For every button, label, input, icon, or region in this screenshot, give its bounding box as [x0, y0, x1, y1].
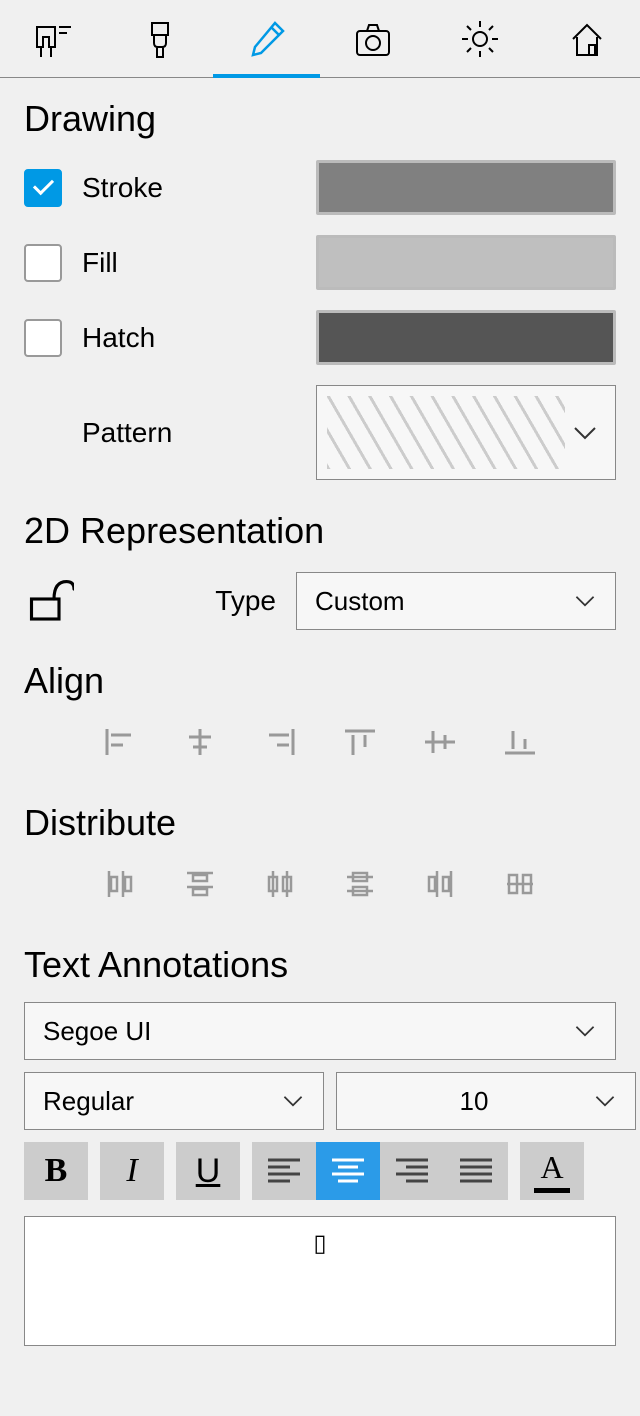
sun-icon: [460, 19, 500, 59]
distribute-h-center-icon: [263, 867, 297, 901]
fill-color-swatch[interactable]: [316, 235, 616, 290]
pattern-dropdown[interactable]: [316, 385, 616, 480]
bold-icon: B: [45, 1152, 68, 1190]
font-color-bar: [534, 1188, 570, 1193]
underline-button[interactable]: U: [176, 1142, 240, 1200]
section-text-title: Text Annotations: [0, 924, 640, 996]
align-text-right-button[interactable]: [380, 1142, 444, 1200]
house-icon: [567, 19, 607, 59]
font-size-select[interactable]: 10: [336, 1072, 636, 1130]
distribute-h-spacing-icon: [503, 867, 537, 901]
stroke-label: Stroke: [82, 172, 316, 204]
tab-camera[interactable]: [320, 0, 427, 77]
caliper-icon: [33, 19, 73, 59]
distribute-h-center-button[interactable]: [260, 864, 300, 904]
italic-button[interactable]: I: [100, 1142, 164, 1200]
bold-button[interactable]: B: [24, 1142, 88, 1200]
distribute-h-left-button[interactable]: [100, 864, 140, 904]
section-drawing-title: Drawing: [0, 78, 640, 150]
align-text-justify-button[interactable]: [444, 1142, 508, 1200]
tab-style[interactable]: [107, 0, 214, 77]
type-label: Type: [215, 585, 276, 617]
font-family-select[interactable]: Segoe UI: [24, 1002, 616, 1060]
align-text-center-icon: [330, 1156, 366, 1186]
distribute-v-top-icon: [183, 867, 217, 901]
align-right-button[interactable]: [260, 722, 300, 762]
align-center-v-icon: [423, 727, 457, 757]
annotation-text-input[interactable]: ▯: [24, 1216, 616, 1346]
align-center-v-button[interactable]: [420, 722, 460, 762]
distribute-h-right-button[interactable]: [420, 864, 460, 904]
pattern-label: Pattern: [82, 417, 316, 449]
align-text-left-icon: [266, 1156, 302, 1186]
type-value: Custom: [315, 586, 573, 617]
align-text-justify-icon: [458, 1156, 494, 1186]
chevron-down-icon: [573, 1023, 597, 1039]
camera-icon: [353, 19, 393, 59]
italic-icon: I: [126, 1152, 137, 1190]
distribute-h-right-icon: [423, 867, 457, 901]
font-weight-value: Regular: [43, 1086, 281, 1117]
pattern-preview: [327, 396, 565, 469]
align-bottom-button[interactable]: [500, 722, 540, 762]
align-top-button[interactable]: [340, 722, 380, 762]
align-left-button[interactable]: [100, 722, 140, 762]
align-center-h-icon: [183, 727, 217, 757]
tab-light[interactable]: [427, 0, 534, 77]
font-color-icon: A: [540, 1149, 563, 1186]
section-distribute-title: Distribute: [0, 782, 640, 854]
hatch-color-swatch[interactable]: [316, 310, 616, 365]
distribute-h-left-icon: [103, 867, 137, 901]
font-size-value: 10: [355, 1086, 593, 1117]
stroke-color-swatch[interactable]: [316, 160, 616, 215]
chevron-down-icon: [573, 593, 597, 609]
font-family-value: Segoe UI: [43, 1016, 573, 1047]
align-bottom-icon: [503, 727, 537, 757]
font-color-button[interactable]: A: [520, 1142, 584, 1200]
fill-checkbox[interactable]: [24, 244, 62, 282]
distribute-v-center-button[interactable]: [340, 864, 380, 904]
chevron-down-icon: [281, 1093, 305, 1109]
font-weight-select[interactable]: Regular: [24, 1072, 324, 1130]
tab-drawing[interactable]: [213, 0, 320, 77]
hatch-label: Hatch: [82, 322, 316, 354]
align-left-icon: [103, 727, 137, 757]
type-select[interactable]: Custom: [296, 572, 616, 630]
align-text-center-button[interactable]: [316, 1142, 380, 1200]
align-top-icon: [343, 727, 377, 757]
align-text-left-button[interactable]: [252, 1142, 316, 1200]
underline-icon: U: [196, 1152, 221, 1191]
unlock-icon[interactable]: [24, 574, 74, 629]
section-2d-title: 2D Representation: [0, 490, 640, 562]
distribute-v-center-icon: [343, 867, 377, 901]
fill-label: Fill: [82, 247, 316, 279]
align-center-h-button[interactable]: [180, 722, 220, 762]
section-align-title: Align: [0, 640, 640, 712]
chevron-down-icon: [593, 1093, 617, 1109]
tab-home[interactable]: [533, 0, 640, 77]
chevron-down-icon: [565, 424, 605, 442]
hatch-checkbox[interactable]: [24, 319, 62, 357]
align-text-right-icon: [394, 1156, 430, 1186]
distribute-h-spacing-button[interactable]: [500, 864, 540, 904]
align-right-icon: [263, 727, 297, 757]
brush-icon: [140, 19, 180, 59]
distribute-v-top-button[interactable]: [180, 864, 220, 904]
tab-measure[interactable]: [0, 0, 107, 77]
stroke-checkbox[interactable]: [24, 169, 62, 207]
pencil-icon: [247, 19, 287, 59]
